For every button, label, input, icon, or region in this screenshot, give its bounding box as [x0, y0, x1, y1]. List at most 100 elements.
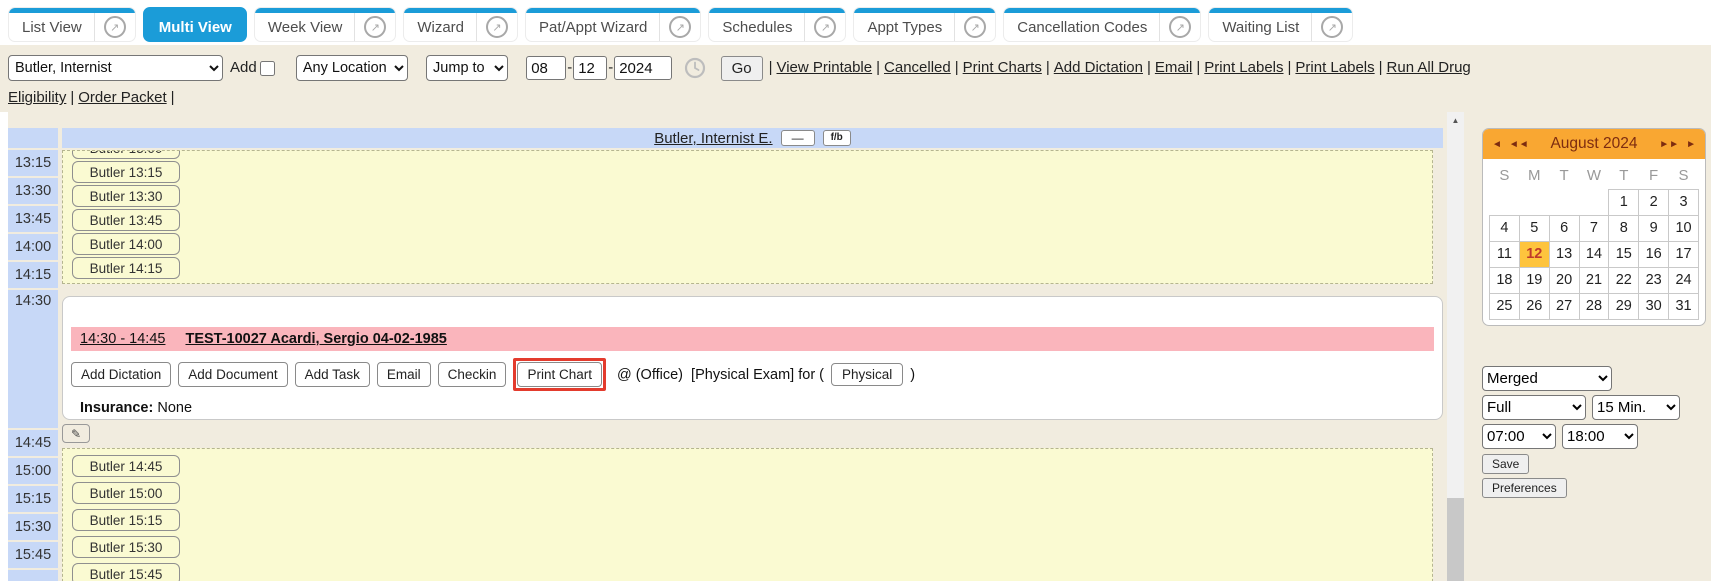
link-cancelled[interactable]: Cancelled	[884, 59, 951, 76]
print-chart-button[interactable]: Print Chart	[517, 362, 602, 387]
external-link-icon[interactable]: ↗	[1321, 16, 1343, 38]
calendar-prev-fast-icon[interactable]: ◄◄	[1509, 139, 1529, 150]
calendar-day[interactable]: 30	[1639, 293, 1669, 319]
calendar-next-icon[interactable]: ►	[1686, 139, 1696, 150]
email-button[interactable]: Email	[377, 362, 431, 387]
external-link-icon[interactable]: ↗	[1169, 16, 1191, 38]
slot-button[interactable]: Butler 14:15	[72, 257, 180, 279]
tab-multi-view[interactable]: Multi View	[143, 7, 247, 42]
calendar-next-fast-icon[interactable]: ►►	[1659, 139, 1679, 150]
calendar-day[interactable]: 17	[1669, 241, 1699, 267]
slot-button[interactable]: Butler 14:45	[72, 455, 180, 477]
calendar-day[interactable]: 24	[1669, 267, 1699, 293]
link-print-labels-2[interactable]: Print Labels	[1295, 59, 1374, 76]
calendar-day[interactable]: 15	[1609, 241, 1639, 267]
jump-to-select[interactable]: Jump to	[426, 55, 508, 81]
checkin-button[interactable]: Checkin	[438, 362, 507, 387]
scrollbar-thumb[interactable]	[1447, 498, 1464, 581]
calendar-day[interactable]: 2	[1639, 189, 1669, 215]
calendar-day[interactable]: 1	[1609, 189, 1639, 215]
calendar-day[interactable]: 27	[1549, 293, 1579, 319]
tab-waiting-list[interactable]: Waiting List ↗	[1208, 7, 1353, 42]
tab-list-view[interactable]: List View ↗	[8, 7, 136, 42]
calendar-day[interactable]: 14	[1579, 241, 1609, 267]
date-year-input[interactable]	[614, 56, 672, 80]
patient-link[interactable]: TEST-10027 Acardi, Sergio 04-02-1985	[185, 331, 446, 347]
tab-pat-appt-wizard[interactable]: Pat/Appt Wizard ↗	[525, 7, 701, 42]
external-link-icon[interactable]: ↗	[364, 16, 386, 38]
calendar-day[interactable]: 29	[1609, 293, 1639, 319]
calendar-day[interactable]: 28	[1579, 293, 1609, 319]
calendar-day[interactable]: 8	[1609, 215, 1639, 241]
interval-select[interactable]: 15 Min.	[1592, 395, 1680, 420]
start-time-select[interactable]: 07:00	[1482, 424, 1556, 449]
calendar-day[interactable]: 7	[1579, 215, 1609, 241]
calendar-day[interactable]: 21	[1579, 267, 1609, 293]
external-link-icon[interactable]: ↗	[486, 16, 508, 38]
scroll-up-arrow-icon[interactable]: ▲	[1447, 112, 1464, 129]
calendar-day[interactable]: 5	[1519, 215, 1549, 241]
calendar-day[interactable]: 23	[1639, 267, 1669, 293]
merged-select[interactable]: Merged	[1482, 366, 1612, 391]
calendar-day[interactable]: 4	[1490, 215, 1520, 241]
slot-button[interactable]: Butler 13:15	[72, 161, 180, 183]
link-view-printable[interactable]: View Printable	[776, 59, 872, 76]
location-select[interactable]: Any Location	[296, 55, 408, 81]
edit-slot-button[interactable]: ✎	[62, 424, 90, 443]
tab-appt-types[interactable]: Appt Types ↗	[853, 7, 996, 42]
link-print-labels[interactable]: Print Labels	[1204, 59, 1283, 76]
collapse-column-button[interactable]: —	[781, 130, 815, 146]
slot-button[interactable]: Butler 13:30	[72, 185, 180, 207]
link-email[interactable]: Email	[1155, 59, 1193, 76]
provider-select[interactable]: Butler, Internist	[8, 55, 223, 81]
add-checkbox[interactable]	[260, 61, 275, 76]
external-link-icon[interactable]: ↗	[104, 16, 126, 38]
provider-link[interactable]: Butler, Internist E.	[654, 130, 772, 147]
calendar-day[interactable]: 25	[1490, 293, 1520, 319]
scrollbar[interactable]: ▲	[1447, 112, 1464, 581]
external-link-icon[interactable]: ↗	[814, 16, 836, 38]
calendar-day[interactable]: 31	[1669, 293, 1699, 319]
date-month-input[interactable]	[526, 56, 566, 80]
slot-button[interactable]: Butler 15:15	[72, 509, 180, 531]
tab-cancellation-codes[interactable]: Cancellation Codes ↗	[1003, 7, 1201, 42]
save-button[interactable]: Save	[1482, 454, 1529, 474]
preferences-button[interactable]: Preferences	[1482, 478, 1567, 498]
slot-button[interactable]: Butler 14:00	[72, 233, 180, 255]
calendar-day[interactable]: 12	[1519, 241, 1549, 267]
calendar-day[interactable]: 3	[1669, 189, 1699, 215]
slot-button[interactable]: Butler 15:00	[72, 482, 180, 504]
clock-icon[interactable]	[684, 57, 706, 79]
calendar-day[interactable]: 13	[1549, 241, 1579, 267]
calendar-day[interactable]: 16	[1639, 241, 1669, 267]
link-print-charts[interactable]: Print Charts	[963, 59, 1042, 76]
link-order-packet[interactable]: Order Packet	[78, 89, 166, 106]
calendar-day[interactable]: 9	[1639, 215, 1669, 241]
external-link-icon[interactable]: ↗	[964, 16, 986, 38]
slot-button[interactable]: Butler 15:30	[72, 536, 180, 558]
tab-schedules[interactable]: Schedules ↗	[708, 7, 846, 42]
fb-button[interactable]: f/b	[823, 130, 851, 146]
external-link-icon[interactable]: ↗	[669, 16, 691, 38]
calendar-day[interactable]: 20	[1549, 267, 1579, 293]
slot-button[interactable]: Butler 13:45	[72, 209, 180, 231]
calendar-day[interactable]: 18	[1490, 267, 1520, 293]
link-add-dictation[interactable]: Add Dictation	[1054, 59, 1143, 76]
calendar-day[interactable]: 26	[1519, 293, 1549, 319]
appointment-time-link[interactable]: 14:30 - 14:45	[80, 331, 165, 347]
calendar-day[interactable]: 22	[1609, 267, 1639, 293]
calendar-prev-icon[interactable]: ◄	[1492, 139, 1502, 150]
slot-button[interactable]: Butler 15:45	[72, 563, 180, 581]
calendar-day[interactable]: 10	[1669, 215, 1699, 241]
calendar-day[interactable]: 6	[1549, 215, 1579, 241]
add-dictation-button[interactable]: Add Dictation	[71, 362, 171, 387]
add-document-button[interactable]: Add Document	[178, 362, 287, 387]
calendar-day[interactable]: 19	[1519, 267, 1549, 293]
date-day-input[interactable]	[573, 56, 607, 80]
end-time-select[interactable]: 18:00	[1562, 424, 1638, 449]
add-task-button[interactable]: Add Task	[295, 362, 370, 387]
slot-button[interactable]: Butler 13:00	[72, 150, 180, 159]
tab-week-view[interactable]: Week View ↗	[254, 7, 396, 42]
calendar-day[interactable]: 11	[1490, 241, 1520, 267]
appointment-type-button[interactable]: Physical	[831, 363, 903, 386]
